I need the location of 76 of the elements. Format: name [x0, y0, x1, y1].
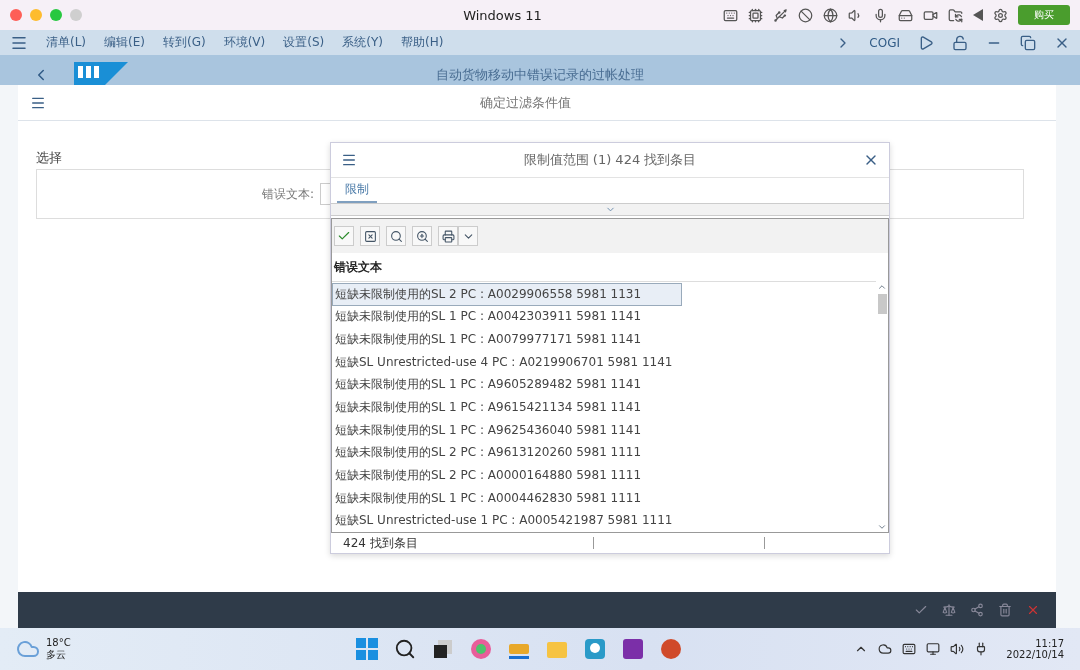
column-header: 错误文本 [332, 253, 876, 282]
search-button[interactable] [386, 226, 406, 246]
close-icon [363, 229, 377, 243]
list-row[interactable]: 短缺未限制使用的SL 1 PC : A9625436040 5981 1141 [332, 418, 682, 442]
list-row[interactable]: 短缺未限制使用的SL 1 PC : A0004462830 5981 1111 [332, 486, 682, 510]
weather-text: 多云 [46, 647, 67, 662]
keyboard-icon[interactable] [723, 7, 738, 23]
check-icon [337, 229, 351, 243]
scroll-thumb[interactable] [877, 294, 887, 314]
list-row[interactable]: 短缺未限制使用的SL 1 PC : A0079977171 5981 1141 [332, 328, 682, 351]
share-icon[interactable] [970, 603, 984, 617]
list-row[interactable]: 短缺未限制使用的SL 1 PC : A9605289482 5981 1141 [332, 373, 682, 397]
network-icon[interactable] [926, 642, 941, 656]
drive-icon[interactable] [898, 7, 913, 23]
menu-item[interactable]: 转到(G) [163, 34, 206, 51]
usb-icon[interactable] [773, 7, 788, 23]
status-text: 424 找到条目 [343, 534, 418, 552]
presentation-icon[interactable] [660, 638, 682, 660]
menu-item[interactable]: 帮助(H) [400, 34, 444, 51]
page-title: 自动货物移动中错误记录的过帐处理 [436, 66, 644, 84]
start-icon[interactable] [356, 638, 378, 660]
cloud-icon[interactable] [878, 642, 893, 656]
search-icon[interactable] [394, 638, 416, 660]
menu-item[interactable]: 系统(Y) [342, 34, 383, 51]
menu-item[interactable]: 环境(V) [223, 34, 266, 51]
list-row[interactable]: 短缺SL Unrestricted-use 4 PC : A0219906701 5981 1141 [332, 350, 682, 374]
section-title: 选择 [36, 149, 62, 167]
app-icon[interactable] [584, 638, 606, 660]
menu-item[interactable]: 清单(L) [46, 34, 87, 51]
popup-title: 限制值范围 (1) 424 找到条目 [522, 151, 698, 169]
list-row[interactable]: 短缺未限制使用的SL 2 PC : A0029906558 5981 1131 [332, 283, 682, 306]
play-icon[interactable] [918, 34, 934, 51]
menu-icon[interactable] [341, 152, 357, 168]
cancel-button[interactable] [360, 226, 380, 246]
triangle-icon[interactable] [973, 9, 983, 21]
field-label: 错误文本: [262, 185, 315, 203]
transaction-code: COGI [869, 35, 900, 50]
list-row[interactable]: 短缺未限制使用的SL 2 PC : A9613120260 5981 1111 [332, 441, 682, 465]
menu-item[interactable]: 设置(S) [283, 34, 325, 51]
list-row[interactable]: 短缺未限制使用的SL 1 PC : A9615421134 5981 1141 [332, 396, 682, 419]
list-row[interactable]: 短缺SL Unrestricted-use 1 PC : A0005421987 5981 1111 [332, 509, 682, 533]
menu-item[interactable]: 编辑(E) [104, 34, 145, 51]
app-icon[interactable] [470, 638, 492, 660]
folder-icon[interactable] [948, 7, 963, 23]
dropdown-button[interactable] [458, 226, 478, 246]
scroll-down-icon[interactable] [877, 522, 887, 532]
globe-icon[interactable] [823, 7, 838, 23]
clock-date: 2022/10/14 [1006, 649, 1064, 660]
search-next-button[interactable] [412, 226, 432, 246]
search-icon [389, 229, 403, 243]
temperature: 18°C [46, 636, 71, 648]
confirm-button[interactable] [334, 226, 354, 246]
unlock-icon[interactable] [952, 34, 968, 51]
restore-icon[interactable] [1020, 34, 1036, 51]
trash-icon[interactable] [998, 603, 1012, 617]
dialog-title: 确定过滤条件值 [478, 93, 572, 112]
window-title: Windows 11 [462, 7, 543, 23]
close-button[interactable] [10, 9, 22, 21]
scrollbar[interactable] [876, 282, 888, 532]
list-row[interactable]: 短缺未限制使用的SL 2 PC : A0000164880 5981 1111 [332, 464, 682, 487]
input-method-icon[interactable] [902, 642, 917, 656]
scale-icon[interactable] [942, 603, 956, 617]
blocked-icon[interactable] [798, 7, 813, 23]
list-row[interactable]: 短缺未限制使用的SL 1 PC : A0042303911 5981 1141 [332, 305, 682, 329]
chip-icon[interactable] [748, 7, 763, 23]
print-button[interactable] [438, 226, 458, 246]
settings-icon[interactable] [993, 7, 1008, 23]
scroll-up-icon[interactable] [877, 282, 887, 292]
microphone-icon[interactable] [873, 7, 888, 23]
task-view-icon[interactable] [432, 638, 454, 660]
volume-icon[interactable] [950, 642, 965, 656]
clock-time: 11:17 [1035, 638, 1064, 649]
check-icon[interactable] [914, 603, 928, 617]
zoom-in-icon [415, 229, 429, 243]
printer-icon [441, 229, 455, 243]
notebook-icon[interactable] [622, 638, 644, 660]
